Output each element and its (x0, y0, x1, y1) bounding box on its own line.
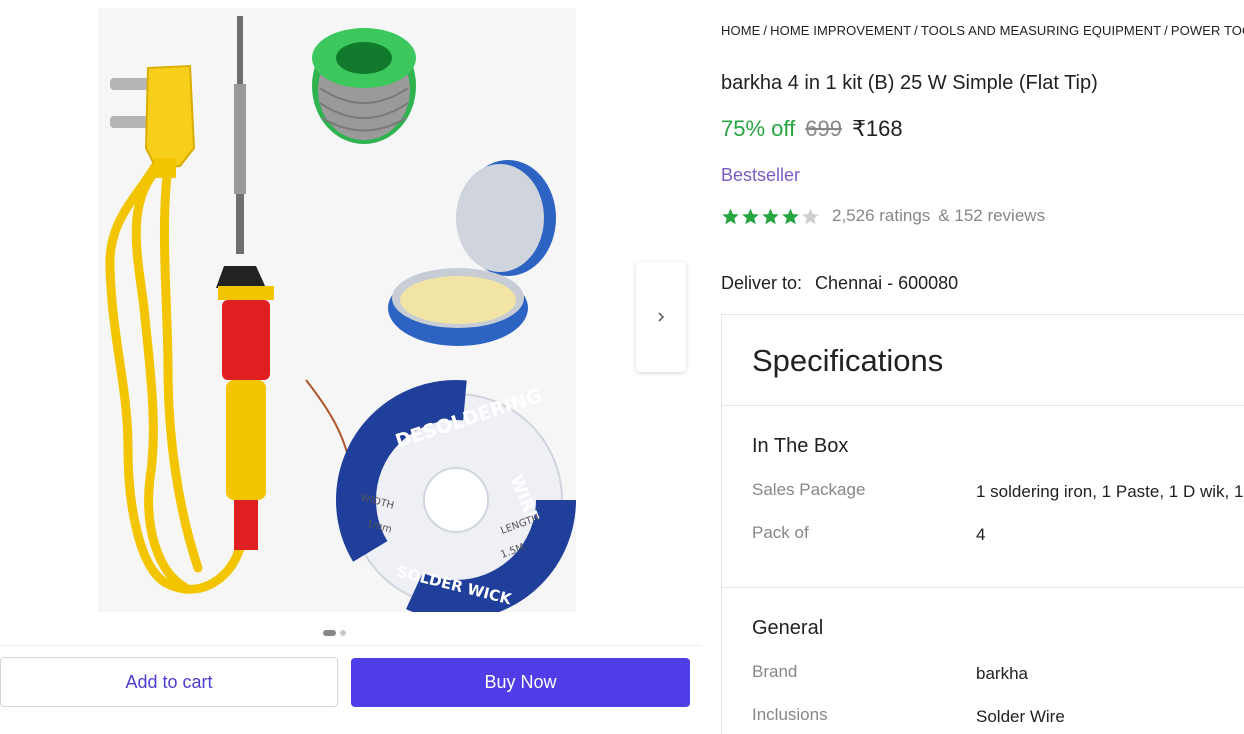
spec-section-general: General (752, 617, 824, 639)
star-icon (782, 208, 799, 224)
carousel-dot-2[interactable] (340, 630, 346, 636)
star-icon (742, 208, 759, 224)
breadcrumb-tools[interactable]: TOOLS AND MEASURING EQUIPMENT (921, 23, 1161, 38)
specifications-card: Specifications In The Box Sales Package … (721, 314, 1244, 734)
star-icon (722, 208, 739, 224)
breadcrumb-home-improvement[interactable]: HOME IMPROVEMENT (770, 23, 911, 38)
bestseller-badge: Bestseller (721, 165, 801, 185)
spec-section-in-the-box: In The Box (752, 435, 849, 457)
divider (722, 405, 1244, 406)
spec-value-brand: barkha (976, 664, 1028, 683)
divider (722, 587, 1244, 588)
product-title: barkha 4 in 1 kit (B) 25 W Simple (Flat … (721, 72, 1098, 94)
deliver-pincode[interactable]: Chennai - 600080 (815, 273, 958, 293)
spec-value-inclusions: Solder Wire (976, 707, 1065, 726)
carousel-dot-1[interactable] (323, 630, 336, 636)
star-rating (721, 207, 820, 226)
breadcrumb-home[interactable]: HOME (721, 23, 760, 38)
spec-value-pack-of: 4 (976, 525, 986, 544)
product-page: DESOLDERING WIRE SOLDER WICK WIDTH 1mm L… (0, 0, 1244, 734)
chevron-right-icon (658, 312, 665, 322)
deliver-label: Deliver to: (721, 273, 803, 293)
reviews-count[interactable]: & 152 reviews (938, 206, 1045, 226)
image-gallery: DESOLDERING WIRE SOLDER WICK WIDTH 1mm L… (0, 0, 702, 734)
solder-roll (312, 28, 416, 144)
add-to-cart-button[interactable]: Add to cart (0, 657, 338, 707)
product-image[interactable]: DESOLDERING WIRE SOLDER WICK WIDTH 1mm L… (98, 8, 576, 612)
breadcrumb-power-tools[interactable]: POWER TOOLS (1171, 23, 1244, 38)
specifications-title: Specifications (752, 343, 944, 378)
spec-label-brand: Brand (752, 662, 798, 681)
buy-now-button[interactable]: Buy Now (351, 658, 690, 707)
carousel-dots (323, 630, 346, 636)
spec-label-inclusions: Inclusions (752, 705, 828, 724)
spec-label-sales-package: Sales Package (752, 480, 866, 499)
spec-value-sales-package: 1 soldering iron, 1 Paste, 1 D wik, 1 (976, 482, 1244, 501)
star-icon (802, 208, 819, 224)
delivery-location[interactable]: Deliver to: Chennai - 600080 (721, 273, 958, 294)
price-row: 75% off 699 ₹168 (721, 116, 903, 142)
spec-label-pack-of: Pack of (752, 523, 809, 542)
selling-price: ₹168 (851, 116, 903, 141)
discount-percent: 75% off (721, 116, 796, 141)
next-image-button[interactable] (636, 262, 686, 372)
rating-row[interactable]: 2,526 ratings & 152 reviews (721, 206, 1045, 226)
original-price: 699 (805, 116, 842, 141)
ratings-count[interactable]: 2,526 ratings (832, 206, 930, 226)
star-icon (762, 208, 779, 224)
divider (0, 645, 702, 646)
product-details: HOME / HOME IMPROVEMENT / TOOLS AND MEASURIN… (721, 0, 1244, 734)
breadcrumb: HOME / HOME IMPROVEMENT / TOOLS AND MEASURIN… (721, 23, 1244, 38)
